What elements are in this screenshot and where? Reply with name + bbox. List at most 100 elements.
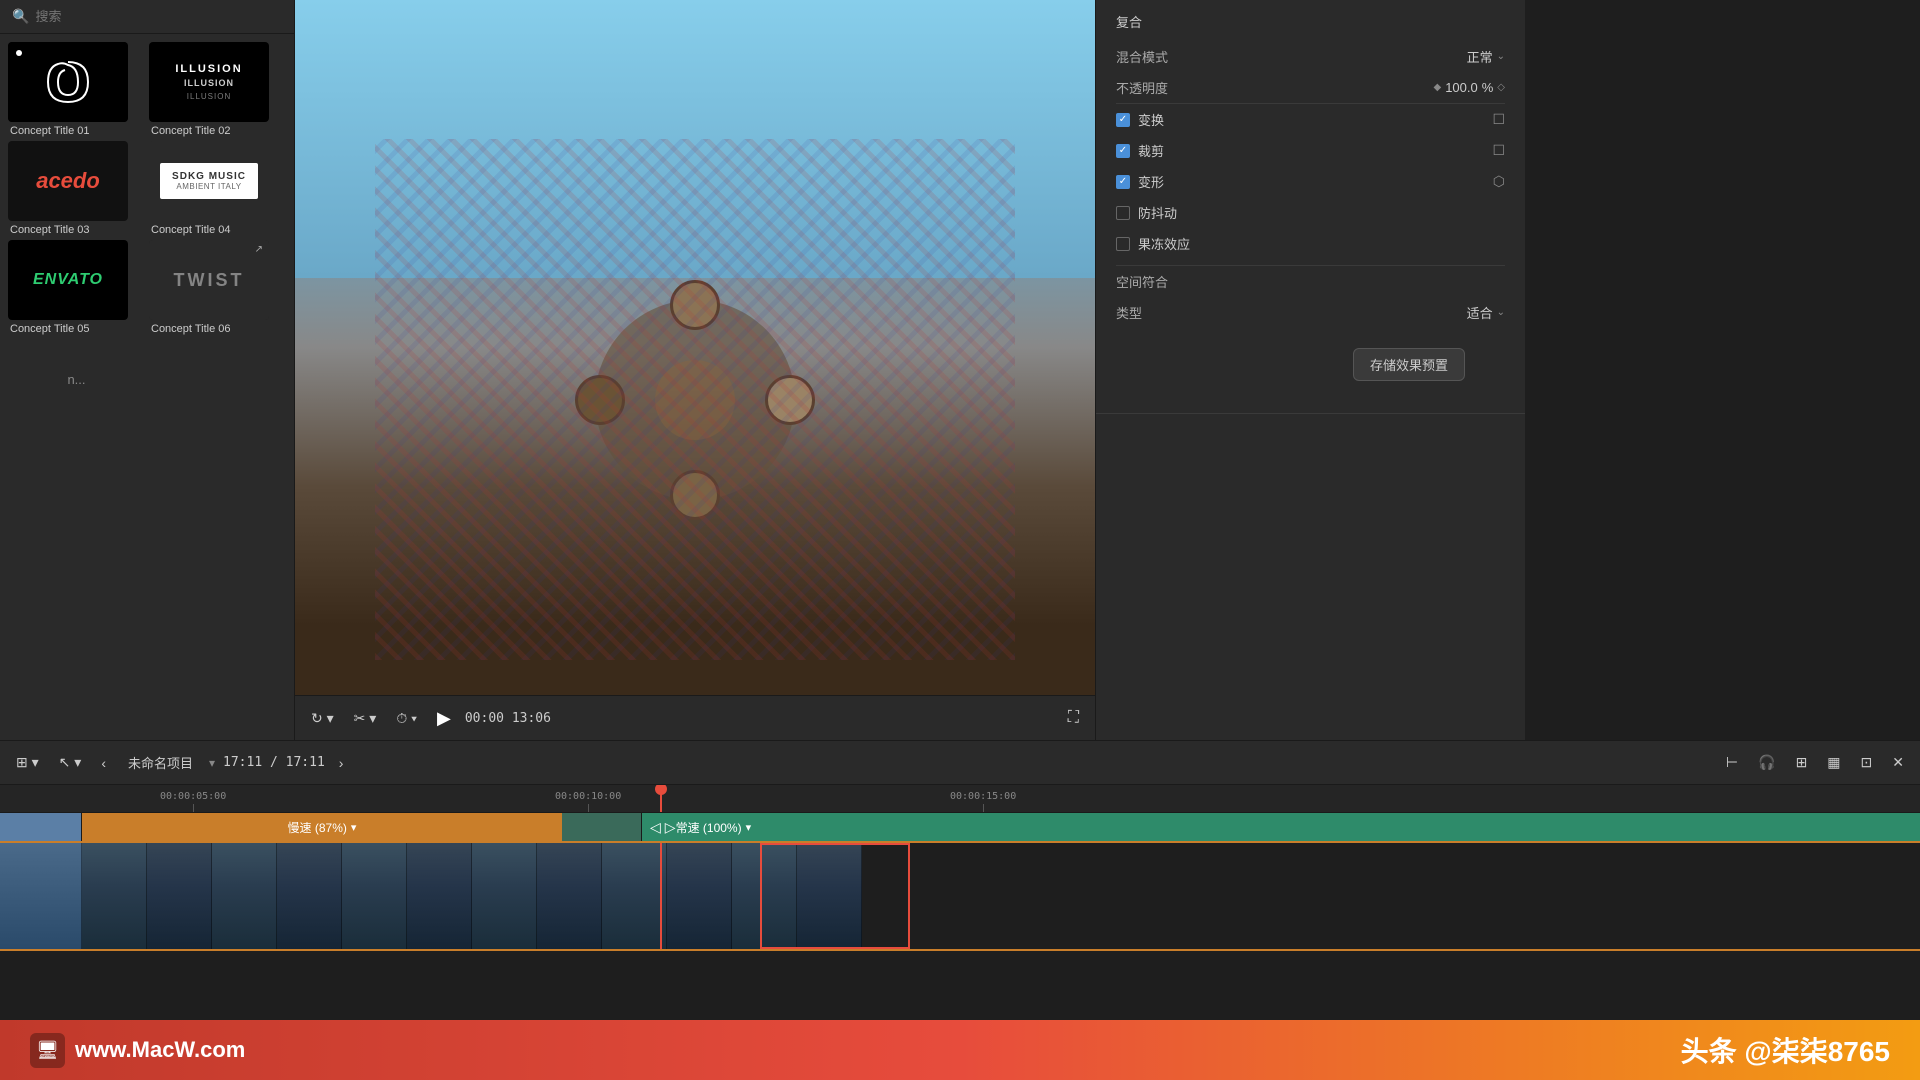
time-display: 00:00 13:06 bbox=[465, 711, 551, 726]
select-tool[interactable]: ↖ ▾ bbox=[53, 750, 88, 775]
transform-row[interactable]: ✓ 变换 ☐ bbox=[1116, 104, 1505, 135]
blend-mode-value[interactable]: 正常 ⌄ bbox=[1236, 47, 1505, 66]
media-thumb-02: ILLUSIONILLUSION ILLUSION bbox=[149, 42, 269, 122]
transform-checkbox[interactable]: ✓ bbox=[1116, 113, 1130, 127]
view-button[interactable]: ▦ bbox=[1821, 750, 1846, 775]
spatial-label: 空间符合 bbox=[1116, 272, 1236, 291]
transform-icon: ☐ bbox=[1492, 111, 1505, 128]
stabilize-label: 防抖动 bbox=[1138, 203, 1505, 222]
trim-button[interactable]: ✂ ▾ bbox=[348, 706, 383, 731]
speed-button[interactable]: ⏱ ▾ bbox=[390, 706, 423, 731]
media-label-03: Concept Title 03 bbox=[8, 224, 145, 236]
media-thumb-05: ENVATO bbox=[8, 240, 128, 320]
clip-segment-teal-start bbox=[562, 813, 642, 841]
watermark-url: www.MacW.com bbox=[75, 1037, 245, 1063]
prev-button[interactable]: ‹ bbox=[95, 751, 112, 775]
inspector-panel: 复合 混合模式 正常 ⌄ 不透明度 ◆ 100.0 % ◇ bbox=[1095, 0, 1525, 740]
clip-blue-segment bbox=[0, 843, 82, 949]
distort-checkbox[interactable]: ✓ bbox=[1116, 175, 1130, 189]
crop-row[interactable]: ✓ 裁剪 ☐ bbox=[1116, 135, 1505, 166]
clip-row bbox=[0, 841, 1920, 951]
more-items[interactable]: n... bbox=[8, 339, 145, 419]
time-current: 00:00 bbox=[465, 711, 504, 726]
search-icon: 🔍 bbox=[12, 8, 29, 25]
media-grid: Concept Title 01 ILLUSIONILLUSION ILLUSI… bbox=[0, 34, 294, 427]
ruler-time-1: 00:00:05:00 bbox=[160, 791, 226, 802]
stabilize-checkbox[interactable] bbox=[1116, 206, 1130, 220]
timeline-tools-right: ⊢ 🎧 ⊞ ▦ ⊡ ✕ bbox=[1720, 750, 1910, 775]
audio-button[interactable]: 🎧 bbox=[1752, 750, 1781, 775]
playhead-ruler bbox=[660, 785, 662, 812]
clip-segment-blue bbox=[0, 813, 82, 841]
clip-segment-orange[interactable]: 慢速 (87%) ▾ bbox=[82, 813, 562, 841]
type-row: 类型 适合 ⌄ bbox=[1116, 297, 1505, 328]
distort-icon: ⬡ bbox=[1493, 173, 1505, 190]
media-label-05: Concept Title 05 bbox=[8, 323, 145, 335]
mac-icon: 🖥 bbox=[30, 1033, 65, 1068]
timeline-ruler: 00:00:05:00 00:00:10:00 00:00:15:00 bbox=[0, 785, 1920, 813]
timeline: ⊞ ▾ ↖ ▾ ‹ 未命名项目 ▾ 17:11 / 17:11 › ⊢ 🎧 ⊞ … bbox=[0, 740, 1920, 1020]
search-input[interactable] bbox=[35, 9, 282, 24]
media-thumb-06: TWIST ↗ bbox=[149, 240, 269, 320]
layout-button[interactable]: ⊞ bbox=[1790, 750, 1814, 775]
stabilize-row[interactable]: 防抖动 bbox=[1116, 197, 1505, 228]
watermark-social: 头条 @柒柒8765 bbox=[1681, 1030, 1890, 1070]
distort-row[interactable]: ✓ 变形 ⬡ bbox=[1116, 166, 1505, 197]
snap-button[interactable]: ⊞ ▾ bbox=[10, 750, 45, 775]
split-audio-button[interactable]: ⊢ bbox=[1720, 750, 1744, 775]
rolling-shutter-label: 果冻效应 bbox=[1138, 234, 1505, 253]
opacity-value-group[interactable]: ◆ 100.0 % ◇ bbox=[1236, 80, 1505, 95]
media-label-04: Concept Title 04 bbox=[149, 224, 286, 236]
type-label: 类型 bbox=[1116, 303, 1236, 322]
save-btn-row: 存储效果预置 bbox=[1116, 328, 1505, 401]
blend-mode-row: 混合模式 正常 ⌄ bbox=[1116, 41, 1505, 72]
clip-left-icon: ◁ bbox=[650, 819, 661, 836]
watermark-left: 🖥 www.MacW.com bbox=[30, 1033, 245, 1068]
dropdown-icon[interactable]: ▾ bbox=[209, 756, 215, 770]
ruler-mark: 00:00:05:00 bbox=[160, 791, 226, 812]
speed-slow-label: 慢速 (87%) bbox=[288, 819, 347, 836]
browser-button[interactable]: ⊡ bbox=[1855, 750, 1879, 775]
type-value-text: 适合 bbox=[1467, 303, 1493, 322]
opacity-label: 不透明度 bbox=[1116, 78, 1236, 97]
more-button[interactable]: ✕ bbox=[1886, 750, 1910, 775]
watermark-bar: 🖥 www.MacW.com 头条 @柒柒8765 bbox=[0, 1020, 1920, 1080]
media-thumb-01 bbox=[8, 42, 128, 122]
ruler-mark: 00:00:15:00 bbox=[950, 791, 1016, 812]
rolling-shutter-checkbox[interactable] bbox=[1116, 237, 1130, 251]
media-thumb-04: SDKG MUSIC AMBIENT ITALY bbox=[149, 141, 269, 221]
timeline-playhead bbox=[660, 843, 662, 949]
preview-video bbox=[295, 0, 1095, 695]
timeline-toolbar: ⊞ ▾ ↖ ▾ ‹ 未命名项目 ▾ 17:11 / 17:11 › ⊢ 🎧 ⊞ … bbox=[0, 740, 1920, 785]
list-item[interactable]: ILLUSIONILLUSION ILLUSION Concept Title … bbox=[149, 42, 286, 137]
list-item[interactable]: Concept Title 01 bbox=[8, 42, 145, 137]
loop-button[interactable]: ↻ ▾ bbox=[305, 706, 340, 731]
check-icon: ✓ bbox=[1119, 176, 1127, 187]
play-button[interactable]: ▶ bbox=[431, 704, 457, 733]
crop-label: 裁剪 bbox=[1138, 141, 1492, 160]
media-thumb-03: acedo bbox=[8, 141, 128, 221]
list-item[interactable]: acedo Concept Title 03 bbox=[8, 141, 145, 236]
list-item[interactable]: TWIST ↗ Concept Title 06 bbox=[149, 240, 286, 335]
blend-mode-label: 混合模式 bbox=[1116, 47, 1236, 66]
time-total: 13:06 bbox=[512, 711, 551, 726]
chevron-down-icon: ⌄ bbox=[1497, 51, 1505, 62]
list-item[interactable]: SDKG MUSIC AMBIENT ITALY Concept Title 0… bbox=[149, 141, 286, 236]
media-label-02: Concept Title 02 bbox=[149, 125, 286, 137]
speed-normal-dropdown[interactable]: ▾ bbox=[746, 821, 752, 834]
rolling-shutter-row[interactable]: 果冻效应 bbox=[1116, 228, 1505, 259]
check-icon: ✓ bbox=[1119, 145, 1127, 156]
empty-track-area bbox=[0, 951, 1920, 1011]
crop-checkbox[interactable]: ✓ bbox=[1116, 144, 1130, 158]
diamond-icon: ◆ bbox=[1433, 82, 1441, 93]
type-value-group[interactable]: 适合 ⌄ bbox=[1236, 303, 1505, 322]
list-item[interactable]: ENVATO Concept Title 05 bbox=[8, 240, 145, 335]
clip-segment-teal-main[interactable]: ◁ ▷ 常速 (100%) ▾ bbox=[642, 813, 1920, 841]
search-bar: 🔍 bbox=[0, 0, 294, 34]
speed-bar-row: 慢速 (87%) ▾ ◁ ▷ 常速 (100%) ▾ bbox=[0, 813, 1920, 841]
next-button[interactable]: › bbox=[333, 751, 350, 775]
fullscreen-button[interactable]: ⛶ bbox=[1062, 705, 1085, 731]
save-preset-button[interactable]: 存储效果预置 bbox=[1353, 348, 1465, 381]
ruler-time-3: 00:00:15:00 bbox=[950, 791, 1016, 802]
speed-dropdown-icon[interactable]: ▾ bbox=[351, 821, 357, 834]
